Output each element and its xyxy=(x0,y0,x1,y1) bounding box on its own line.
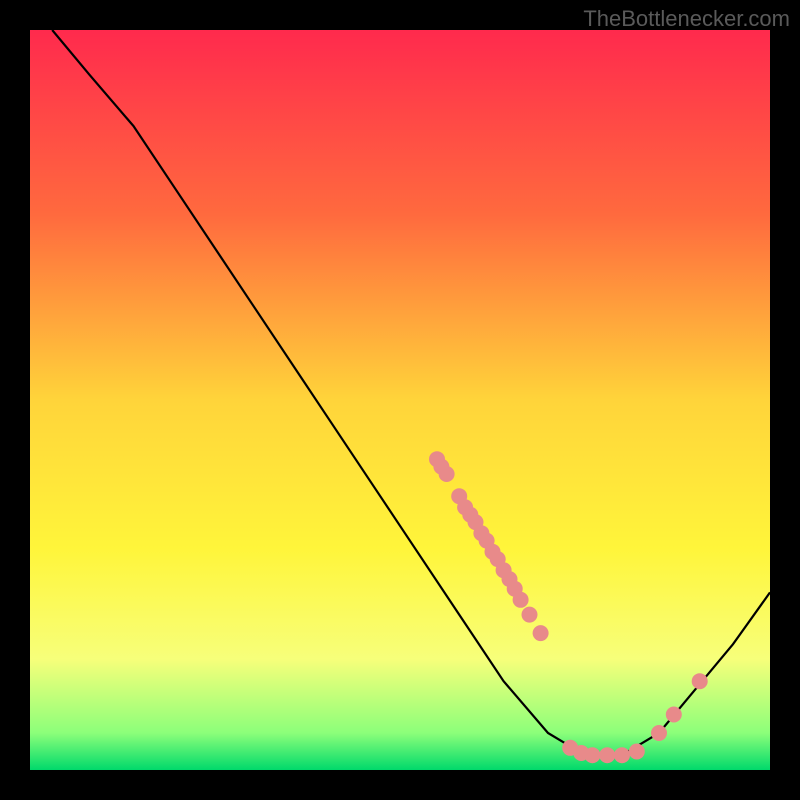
data-point xyxy=(439,466,455,482)
data-point xyxy=(629,744,645,760)
gradient-background xyxy=(30,30,770,770)
data-point xyxy=(692,673,708,689)
data-point xyxy=(522,607,538,623)
data-point xyxy=(614,747,630,763)
chart-frame xyxy=(30,30,770,770)
data-point xyxy=(584,747,600,763)
data-point xyxy=(666,707,682,723)
attribution-text: TheBottlenecker.com xyxy=(583,6,790,32)
data-point xyxy=(599,747,615,763)
chart-svg xyxy=(30,30,770,770)
data-point xyxy=(533,625,549,641)
data-point xyxy=(651,725,667,741)
data-point xyxy=(513,592,529,608)
